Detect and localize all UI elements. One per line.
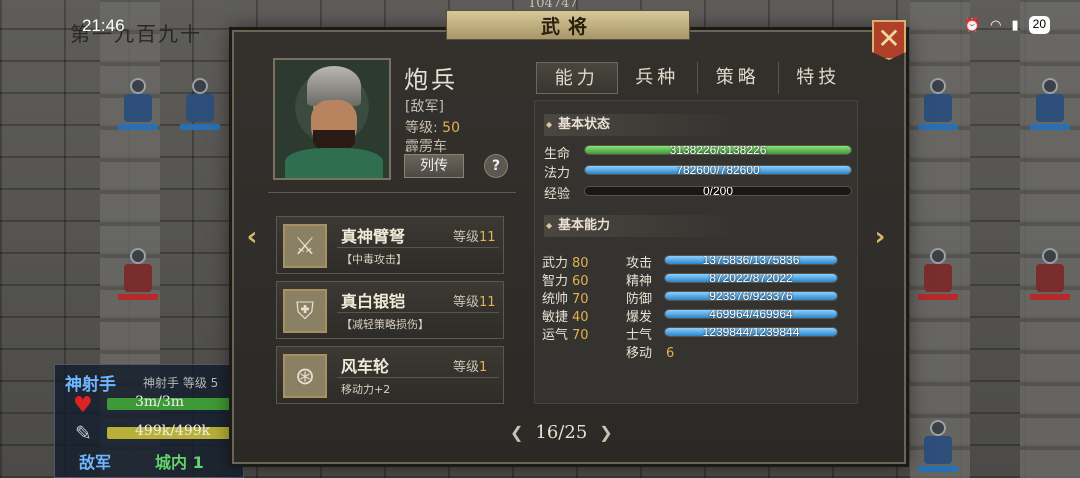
equipment-slot-armor[interactable]: ⛨ 真白银铠 等级11 【减轻策略损伤】 xyxy=(276,281,504,339)
unit-name: 神射手 xyxy=(65,375,116,395)
soldier-sprite[interactable] xyxy=(918,78,958,130)
morale-bar: 1239844/1239844 xyxy=(664,327,838,337)
page-next-button[interactable]: ❯ xyxy=(599,423,612,442)
general-faction: [敌军] xyxy=(405,99,444,115)
defense-value: 923376/923376 xyxy=(709,291,793,301)
enemy-soldier-sprite[interactable] xyxy=(1030,248,1070,300)
equipment-name: 风车轮 xyxy=(341,357,390,376)
general-portrait xyxy=(273,58,391,180)
prev-general-button[interactable]: ‹ xyxy=(242,222,262,252)
combat-move: 移动 6 xyxy=(626,346,675,361)
general-name: 炮兵 xyxy=(404,66,458,94)
soldier-sprite[interactable] xyxy=(118,78,158,130)
general-level-value: 50 xyxy=(442,120,460,136)
section-basic-status: 基本状态 xyxy=(544,114,744,136)
page-prev-button[interactable]: ❮ xyxy=(510,423,523,442)
hp-value: 3138226/3138226 xyxy=(669,145,767,155)
chevron-right-icon: › xyxy=(874,222,886,252)
enemy-soldier-sprite[interactable] xyxy=(118,248,158,300)
mp-label: 法力 xyxy=(544,166,571,181)
equipment-level: 等级1 xyxy=(453,360,488,375)
equipment-slot-weapon[interactable]: ⚔ 真神臂弩 等级11 【中毒攻击】 xyxy=(276,216,504,274)
dialog-title: 武将 xyxy=(540,15,595,38)
defense-bar: 923376/923376 xyxy=(664,291,838,301)
hp-label: 生命 xyxy=(544,147,571,162)
wifi-icon: ◠ xyxy=(990,17,1002,32)
combat-defense-label: 防御 xyxy=(626,292,653,307)
mp-value: 782600/782600 xyxy=(676,165,760,175)
selected-unit-panel[interactable]: 神射手 神射手 等级 5 ♥ 3m/3m ✎ 499k/499k 敌军 城内 1 xyxy=(54,364,244,478)
equipment-name: 真白银铠 xyxy=(341,292,406,311)
morale-value: 1239844/1239844 xyxy=(702,327,800,337)
combat-attack-label: 攻击 xyxy=(626,256,653,271)
general-unit-type: 霹雳车 xyxy=(405,139,447,155)
combat-burst-label: 爆发 xyxy=(626,310,653,325)
equipment-name: 真神臂弩 xyxy=(341,227,406,246)
mp-bar: 782600/782600 xyxy=(584,165,852,175)
page-indicator: 16/25 xyxy=(535,422,588,443)
signal-icon: ▮ xyxy=(1011,17,1019,32)
burst-value: 469964/469964 xyxy=(709,309,793,319)
tab-bar: 能力 兵种 策略 特技 xyxy=(536,62,858,94)
close-x-icon: ✕ xyxy=(877,22,901,55)
general-level-label: 等级: xyxy=(405,120,438,136)
tab-strategy[interactable]: 策略 xyxy=(698,62,779,94)
burst-bar: 469964/469964 xyxy=(664,309,838,319)
exp-bar: 0/200 xyxy=(584,186,852,196)
tab-skills[interactable]: 特技 xyxy=(779,62,859,94)
divider xyxy=(268,192,516,193)
equipment-slot-accessory[interactable]: ⊛ 风车轮 等级1 移动力+2 xyxy=(276,346,504,404)
exp-label: 经验 xyxy=(544,187,571,202)
chevron-left-icon: ‹ xyxy=(246,222,258,252)
spirit-value: 872022/872022 xyxy=(709,273,793,283)
tab-ability[interactable]: 能力 xyxy=(536,62,618,94)
attr-command: 统帅 70 xyxy=(542,292,589,307)
equipment-desc: 移动力+2 xyxy=(341,383,391,396)
help-button[interactable]: ? xyxy=(484,154,508,178)
equipment-level: 等级11 xyxy=(453,295,496,310)
pager: ❮ 16/25 ❯ xyxy=(510,422,613,443)
attack-bar: 1375836/1375836 xyxy=(664,255,838,265)
dialog-title-banner: 武将 xyxy=(446,10,690,40)
wheel-icon: ⊛ xyxy=(283,354,327,398)
combat-spirit-label: 精神 xyxy=(626,274,653,289)
status-time: 21:46 xyxy=(82,16,125,35)
attr-intellect: 智力 60 xyxy=(542,274,589,289)
equipment-desc: 【中毒攻击】 xyxy=(341,253,407,266)
exp-value: 0/200 xyxy=(702,186,734,196)
armor-icon: ⛨ xyxy=(283,289,327,333)
spirit-bar: 872022/872022 xyxy=(664,273,838,283)
attr-force: 武力 80 xyxy=(542,256,589,271)
section-basic-ability: 基本能力 xyxy=(544,215,744,237)
tab-unit-type[interactable]: 兵种 xyxy=(618,62,698,94)
alarm-icon: ⏰ xyxy=(963,17,981,32)
close-button[interactable]: ✕ xyxy=(872,20,906,60)
enemy-soldier-sprite[interactable] xyxy=(918,248,958,300)
heart-icon: ♥ xyxy=(73,393,93,418)
feather-icon: ✎ xyxy=(75,421,92,445)
unit-side: 敌军 xyxy=(79,453,112,472)
status-icons: ⏰ ◠ ▮ 20 xyxy=(964,16,1050,34)
wall-column xyxy=(910,0,970,478)
attr-agility: 敏捷 40 xyxy=(542,310,589,325)
combat-morale-label: 士气 xyxy=(626,328,653,343)
unit-mp-text: 499k/499k xyxy=(135,423,211,439)
general-level: 等级: 50 xyxy=(405,117,460,137)
equipment-desc: 【减轻策略损伤】 xyxy=(341,318,429,331)
soldier-sprite[interactable] xyxy=(180,78,220,130)
attr-luck: 运气 70 xyxy=(542,328,589,343)
equipment-level: 等级11 xyxy=(453,230,496,245)
biography-button[interactable]: 列传 xyxy=(404,154,464,178)
battery-icon: 20 xyxy=(1028,16,1050,34)
unit-info: 神射手 等级 5 xyxy=(143,376,219,390)
unit-location: 城内 1 xyxy=(155,453,204,472)
soldier-sprite[interactable] xyxy=(1030,78,1070,130)
unit-hp-text: 3m/3m xyxy=(135,394,185,410)
hp-bar: 3138226/3138226 xyxy=(584,145,852,155)
next-general-button[interactable]: › xyxy=(870,222,890,252)
wall-column xyxy=(1020,0,1080,478)
crossbow-icon: ⚔ xyxy=(283,224,327,268)
soldier-sprite[interactable] xyxy=(918,420,958,472)
attack-value: 1375836/1375836 xyxy=(702,255,800,265)
